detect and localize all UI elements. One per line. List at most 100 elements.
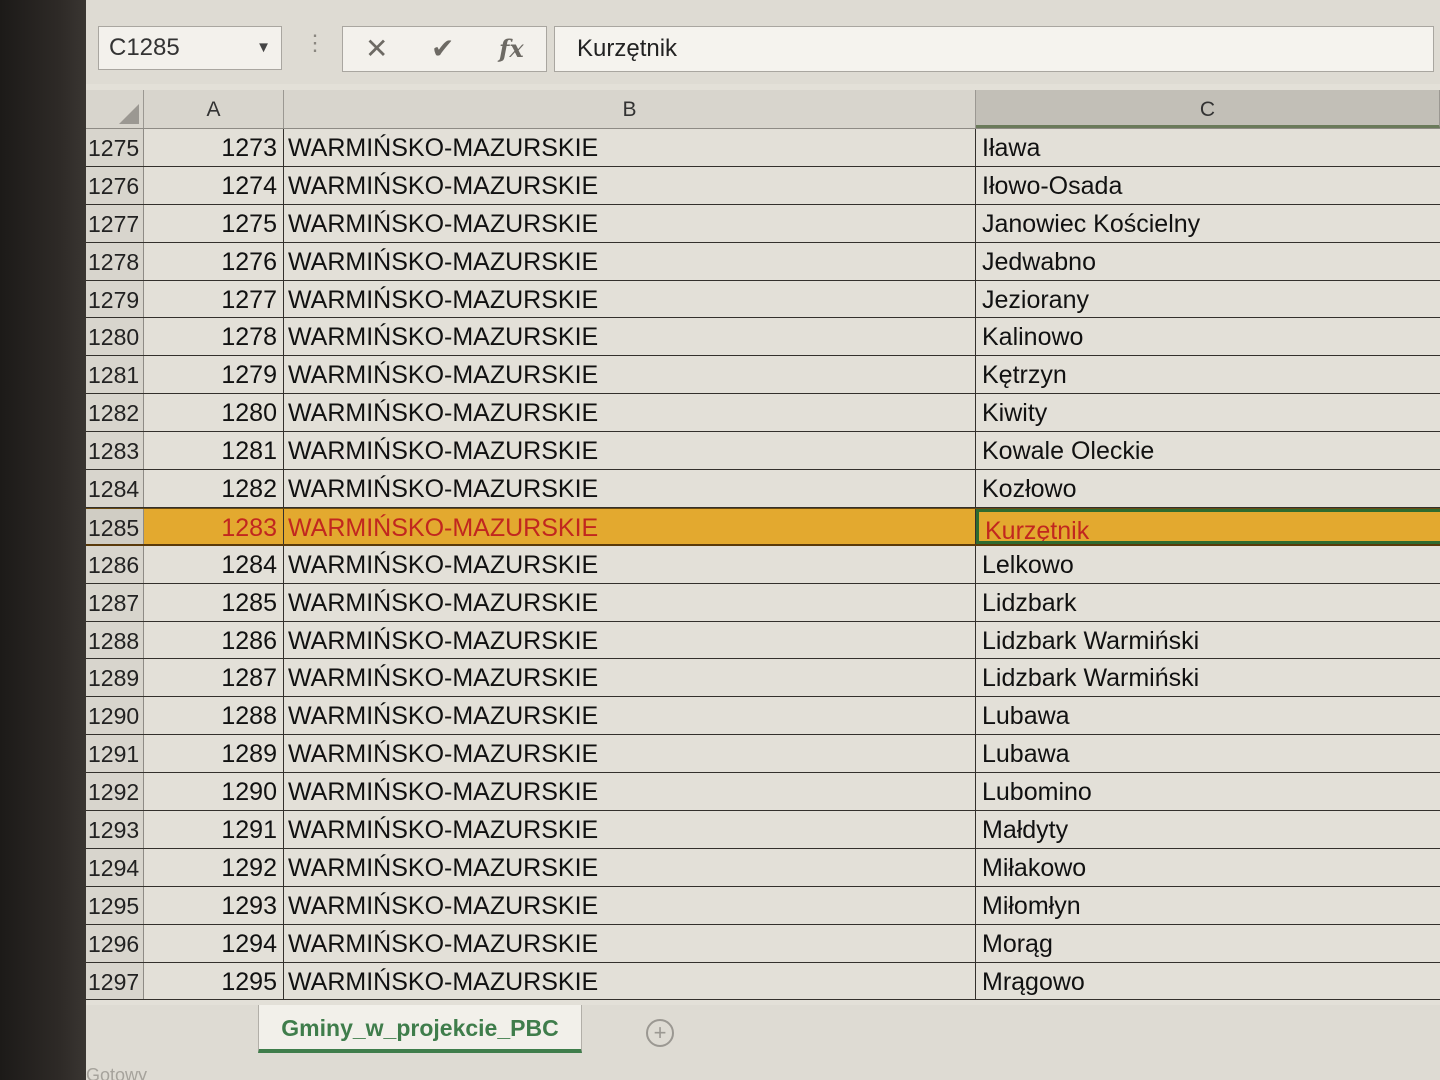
- cell-a[interactable]: 1278: [144, 318, 284, 356]
- cell-c[interactable]: Lidzbark Warmiński: [976, 659, 1440, 696]
- cell-b[interactable]: WARMIŃSKO-MAZURSKIE: [284, 962, 976, 1000]
- row-header[interactable]: 1293: [86, 811, 144, 848]
- cell-a[interactable]: 1279: [144, 356, 284, 394]
- cell-c[interactable]: Lidzbark: [976, 584, 1440, 621]
- cell-a[interactable]: 1289: [144, 735, 284, 773]
- cell-a[interactable]: 1288: [144, 697, 284, 735]
- column-header-a[interactable]: A: [144, 90, 284, 128]
- cell-b[interactable]: WARMIŃSKO-MAZURSKIE: [284, 432, 976, 470]
- cell-a[interactable]: 1291: [144, 811, 284, 848]
- cell-a[interactable]: 1273: [144, 129, 284, 166]
- column-header-b[interactable]: B: [284, 90, 976, 128]
- cell-b[interactable]: WARMIŃSKO-MAZURSKIE: [284, 924, 976, 962]
- cell-b[interactable]: WARMIŃSKO-MAZURSKIE: [284, 356, 976, 394]
- cell-a[interactable]: 1283: [144, 508, 284, 544]
- cell-b[interactable]: WARMIŃSKO-MAZURSKIE: [284, 659, 976, 697]
- cell-b[interactable]: WARMIŃSKO-MAZURSKIE: [284, 242, 976, 280]
- insert-function-icon[interactable]: fx: [499, 31, 524, 67]
- row-header[interactable]: 1297: [86, 962, 144, 1000]
- name-box[interactable]: C1285 ▼: [98, 26, 282, 70]
- row-header[interactable]: 1279: [86, 280, 144, 318]
- cell-c[interactable]: Morąg: [976, 925, 1440, 962]
- row-header[interactable]: 1288: [86, 621, 144, 659]
- close-icon[interactable]: ✕: [365, 31, 388, 67]
- cell-c[interactable]: Miłomłyn: [976, 887, 1440, 924]
- cell-b[interactable]: WARMIŃSKO-MAZURSKIE: [284, 394, 976, 432]
- cell-b[interactable]: WARMIŃSKO-MAZURSKIE: [284, 848, 976, 886]
- cell-b[interactable]: WARMIŃSKO-MAZURSKIE: [284, 545, 976, 583]
- cell-c[interactable]: Lubawa: [976, 735, 1440, 772]
- cell-a[interactable]: 1285: [144, 583, 284, 621]
- row-header[interactable]: 1284: [86, 470, 144, 507]
- cell-c[interactable]: Jeziorany: [976, 281, 1440, 318]
- row-header[interactable]: 1287: [86, 583, 144, 621]
- vertical-dots-icon[interactable]: ⋮: [304, 30, 326, 56]
- cell-a[interactable]: 1294: [144, 924, 284, 962]
- checkmark-icon[interactable]: ✔: [431, 31, 454, 67]
- cell-c[interactable]: Kalinowo: [976, 318, 1440, 355]
- formula-input[interactable]: Kurzętnik: [554, 26, 1434, 72]
- cell-c[interactable]: Lelkowo: [976, 546, 1440, 583]
- column-header-c[interactable]: C: [976, 90, 1440, 128]
- cell-c[interactable]: Lidzbark Warmiński: [976, 622, 1440, 659]
- cell-c[interactable]: Mrągowo: [976, 963, 1440, 1000]
- cell-c[interactable]: Kiwity: [976, 394, 1440, 431]
- cell-a[interactable]: 1280: [144, 394, 284, 432]
- row-header[interactable]: 1276: [86, 166, 144, 204]
- cell-a[interactable]: 1293: [144, 886, 284, 924]
- row-header[interactable]: 1286: [86, 545, 144, 583]
- cell-b[interactable]: WARMIŃSKO-MAZURSKIE: [284, 811, 976, 848]
- cell-c[interactable]: Kozłowo: [976, 470, 1440, 507]
- row-header[interactable]: 1285: [86, 508, 144, 544]
- row-header[interactable]: 1277: [86, 204, 144, 242]
- cell-a[interactable]: 1281: [144, 432, 284, 470]
- cell-c[interactable]: Lubomino: [976, 773, 1440, 810]
- cell-c[interactable]: Jedwabno: [976, 243, 1440, 280]
- cell-a[interactable]: 1284: [144, 545, 284, 583]
- plus-circle-icon[interactable]: +: [646, 1019, 674, 1047]
- cell-b[interactable]: WARMIŃSKO-MAZURSKIE: [284, 773, 976, 811]
- cell-c[interactable]: Małdyty: [976, 811, 1440, 848]
- cell-a[interactable]: 1290: [144, 773, 284, 811]
- row-header[interactable]: 1289: [86, 659, 144, 697]
- cell-b[interactable]: WARMIŃSKO-MAZURSKIE: [284, 886, 976, 924]
- cell-c[interactable]: Miłakowo: [976, 849, 1440, 886]
- cell-b[interactable]: WARMIŃSKO-MAZURSKIE: [284, 166, 976, 204]
- cell-c[interactable]: Kurzętnik: [976, 508, 1440, 544]
- row-header[interactable]: 1283: [86, 432, 144, 470]
- cell-b[interactable]: WARMIŃSKO-MAZURSKIE: [284, 204, 976, 242]
- cell-a[interactable]: 1276: [144, 242, 284, 280]
- sheet-tab[interactable]: Gminy_w_projekcie_PBC: [258, 1005, 582, 1053]
- row-header[interactable]: 1291: [86, 735, 144, 773]
- row-header[interactable]: 1275: [86, 129, 144, 166]
- row-header[interactable]: 1290: [86, 697, 144, 735]
- cell-a[interactable]: 1282: [144, 470, 284, 507]
- cell-a[interactable]: 1274: [144, 166, 284, 204]
- cell-a[interactable]: 1292: [144, 848, 284, 886]
- cell-c[interactable]: Janowiec Kościelny: [976, 205, 1440, 242]
- cell-c[interactable]: Kętrzyn: [976, 356, 1440, 393]
- cell-c[interactable]: Iłowo-Osada: [976, 167, 1440, 204]
- cell-a[interactable]: 1287: [144, 659, 284, 697]
- cell-b[interactable]: WARMIŃSKO-MAZURSKIE: [284, 129, 976, 166]
- cell-a[interactable]: 1286: [144, 621, 284, 659]
- row-header[interactable]: 1294: [86, 848, 144, 886]
- select-all-button[interactable]: [86, 90, 144, 128]
- row-header[interactable]: 1296: [86, 924, 144, 962]
- cell-b[interactable]: WARMIŃSKO-MAZURSKIE: [284, 583, 976, 621]
- cell-b[interactable]: WARMIŃSKO-MAZURSKIE: [284, 470, 976, 507]
- cell-b[interactable]: WARMIŃSKO-MAZURSKIE: [284, 508, 976, 544]
- cell-b[interactable]: WARMIŃSKO-MAZURSKIE: [284, 621, 976, 659]
- cell-b[interactable]: WARMIŃSKO-MAZURSKIE: [284, 318, 976, 356]
- cell-b[interactable]: WARMIŃSKO-MAZURSKIE: [284, 697, 976, 735]
- cell-b[interactable]: WARMIŃSKO-MAZURSKIE: [284, 280, 976, 318]
- cell-c[interactable]: Lubawa: [976, 697, 1440, 734]
- row-header[interactable]: 1295: [86, 886, 144, 924]
- row-header[interactable]: 1280: [86, 318, 144, 356]
- cell-c[interactable]: Iława: [976, 129, 1440, 166]
- cell-a[interactable]: 1275: [144, 204, 284, 242]
- cell-a[interactable]: 1277: [144, 280, 284, 318]
- cell-a[interactable]: 1295: [144, 962, 284, 1000]
- row-header[interactable]: 1282: [86, 394, 144, 432]
- chevron-down-icon[interactable]: ▼: [256, 27, 271, 69]
